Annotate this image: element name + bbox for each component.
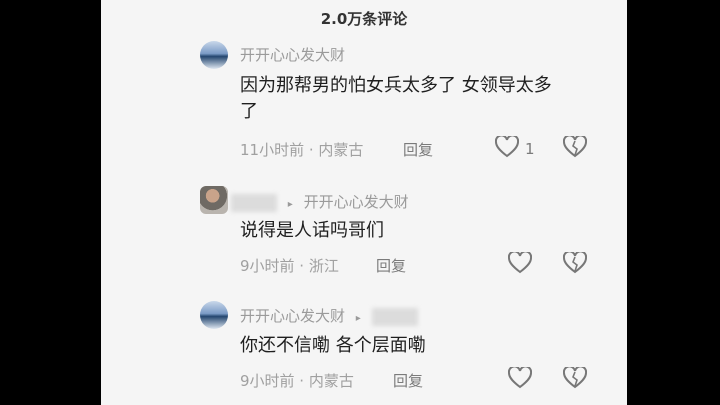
reply-button[interactable]: 回复	[376, 255, 406, 276]
comment-author[interactable]: 开开心心发大财	[240, 44, 345, 65]
broken-heart-icon	[562, 250, 588, 278]
comment-text: 说得是人话吗哥们	[240, 218, 384, 244]
comment-author-line: 开开心心发大财 ▸	[240, 305, 418, 326]
comment-meta: 11小时前 · 内蒙古	[240, 141, 364, 159]
broken-heart-icon	[562, 134, 588, 162]
comment-text-line: 你还不信嘞 各个层面嘞	[240, 335, 426, 356]
comment-text: 你还不信嘞 各个层面嘞	[240, 333, 426, 359]
blurred-username	[371, 307, 418, 326]
avatar[interactable]	[200, 301, 228, 329]
dislike-button[interactable]	[562, 134, 588, 162]
reply-button[interactable]: 回复	[403, 139, 433, 160]
dislike-button[interactable]	[562, 250, 588, 278]
comment-meta: 9小时前 · 内蒙古	[240, 372, 354, 390]
comment-meta: 9小时前 · 浙江	[240, 257, 339, 275]
heart-icon	[507, 365, 533, 393]
comment-text-line: 因为那帮男的怕女兵太多了 女领导太多	[240, 75, 552, 96]
broken-heart-icon	[562, 365, 588, 393]
like-button[interactable]: 1	[494, 134, 535, 162]
heart-icon	[494, 134, 520, 162]
avatar[interactable]	[200, 41, 228, 69]
triangle-right-icon: ▸	[355, 313, 361, 324]
comment-text-line: 说得是人话吗哥们	[240, 220, 384, 241]
triangle-right-icon: ▸	[287, 199, 293, 210]
comment-author[interactable]: 开开心心发大财	[240, 307, 345, 325]
comment-text: 因为那帮男的怕女兵太多了 女领导太多 了	[240, 73, 552, 125]
dislike-button[interactable]	[562, 365, 588, 393]
comments-count-title: 2.0万条评论	[320, 10, 408, 28]
comments-panel: 2.0万条评论 开开心心发大财 因为那帮男的怕女兵太多了 女领导太多 了 11小…	[101, 0, 627, 405]
avatar[interactable]	[200, 186, 228, 214]
like-button[interactable]	[507, 250, 533, 278]
comment-author[interactable]: 开开心心发大财	[304, 193, 409, 211]
blurred-username	[231, 193, 277, 212]
comment-text-line: 了	[240, 101, 258, 122]
like-count: 1	[525, 140, 535, 158]
like-button[interactable]	[507, 365, 533, 393]
heart-icon	[507, 250, 533, 278]
comment-author-line: ▸ 开开心心发大财	[231, 191, 409, 212]
reply-button[interactable]: 回复	[393, 370, 423, 391]
